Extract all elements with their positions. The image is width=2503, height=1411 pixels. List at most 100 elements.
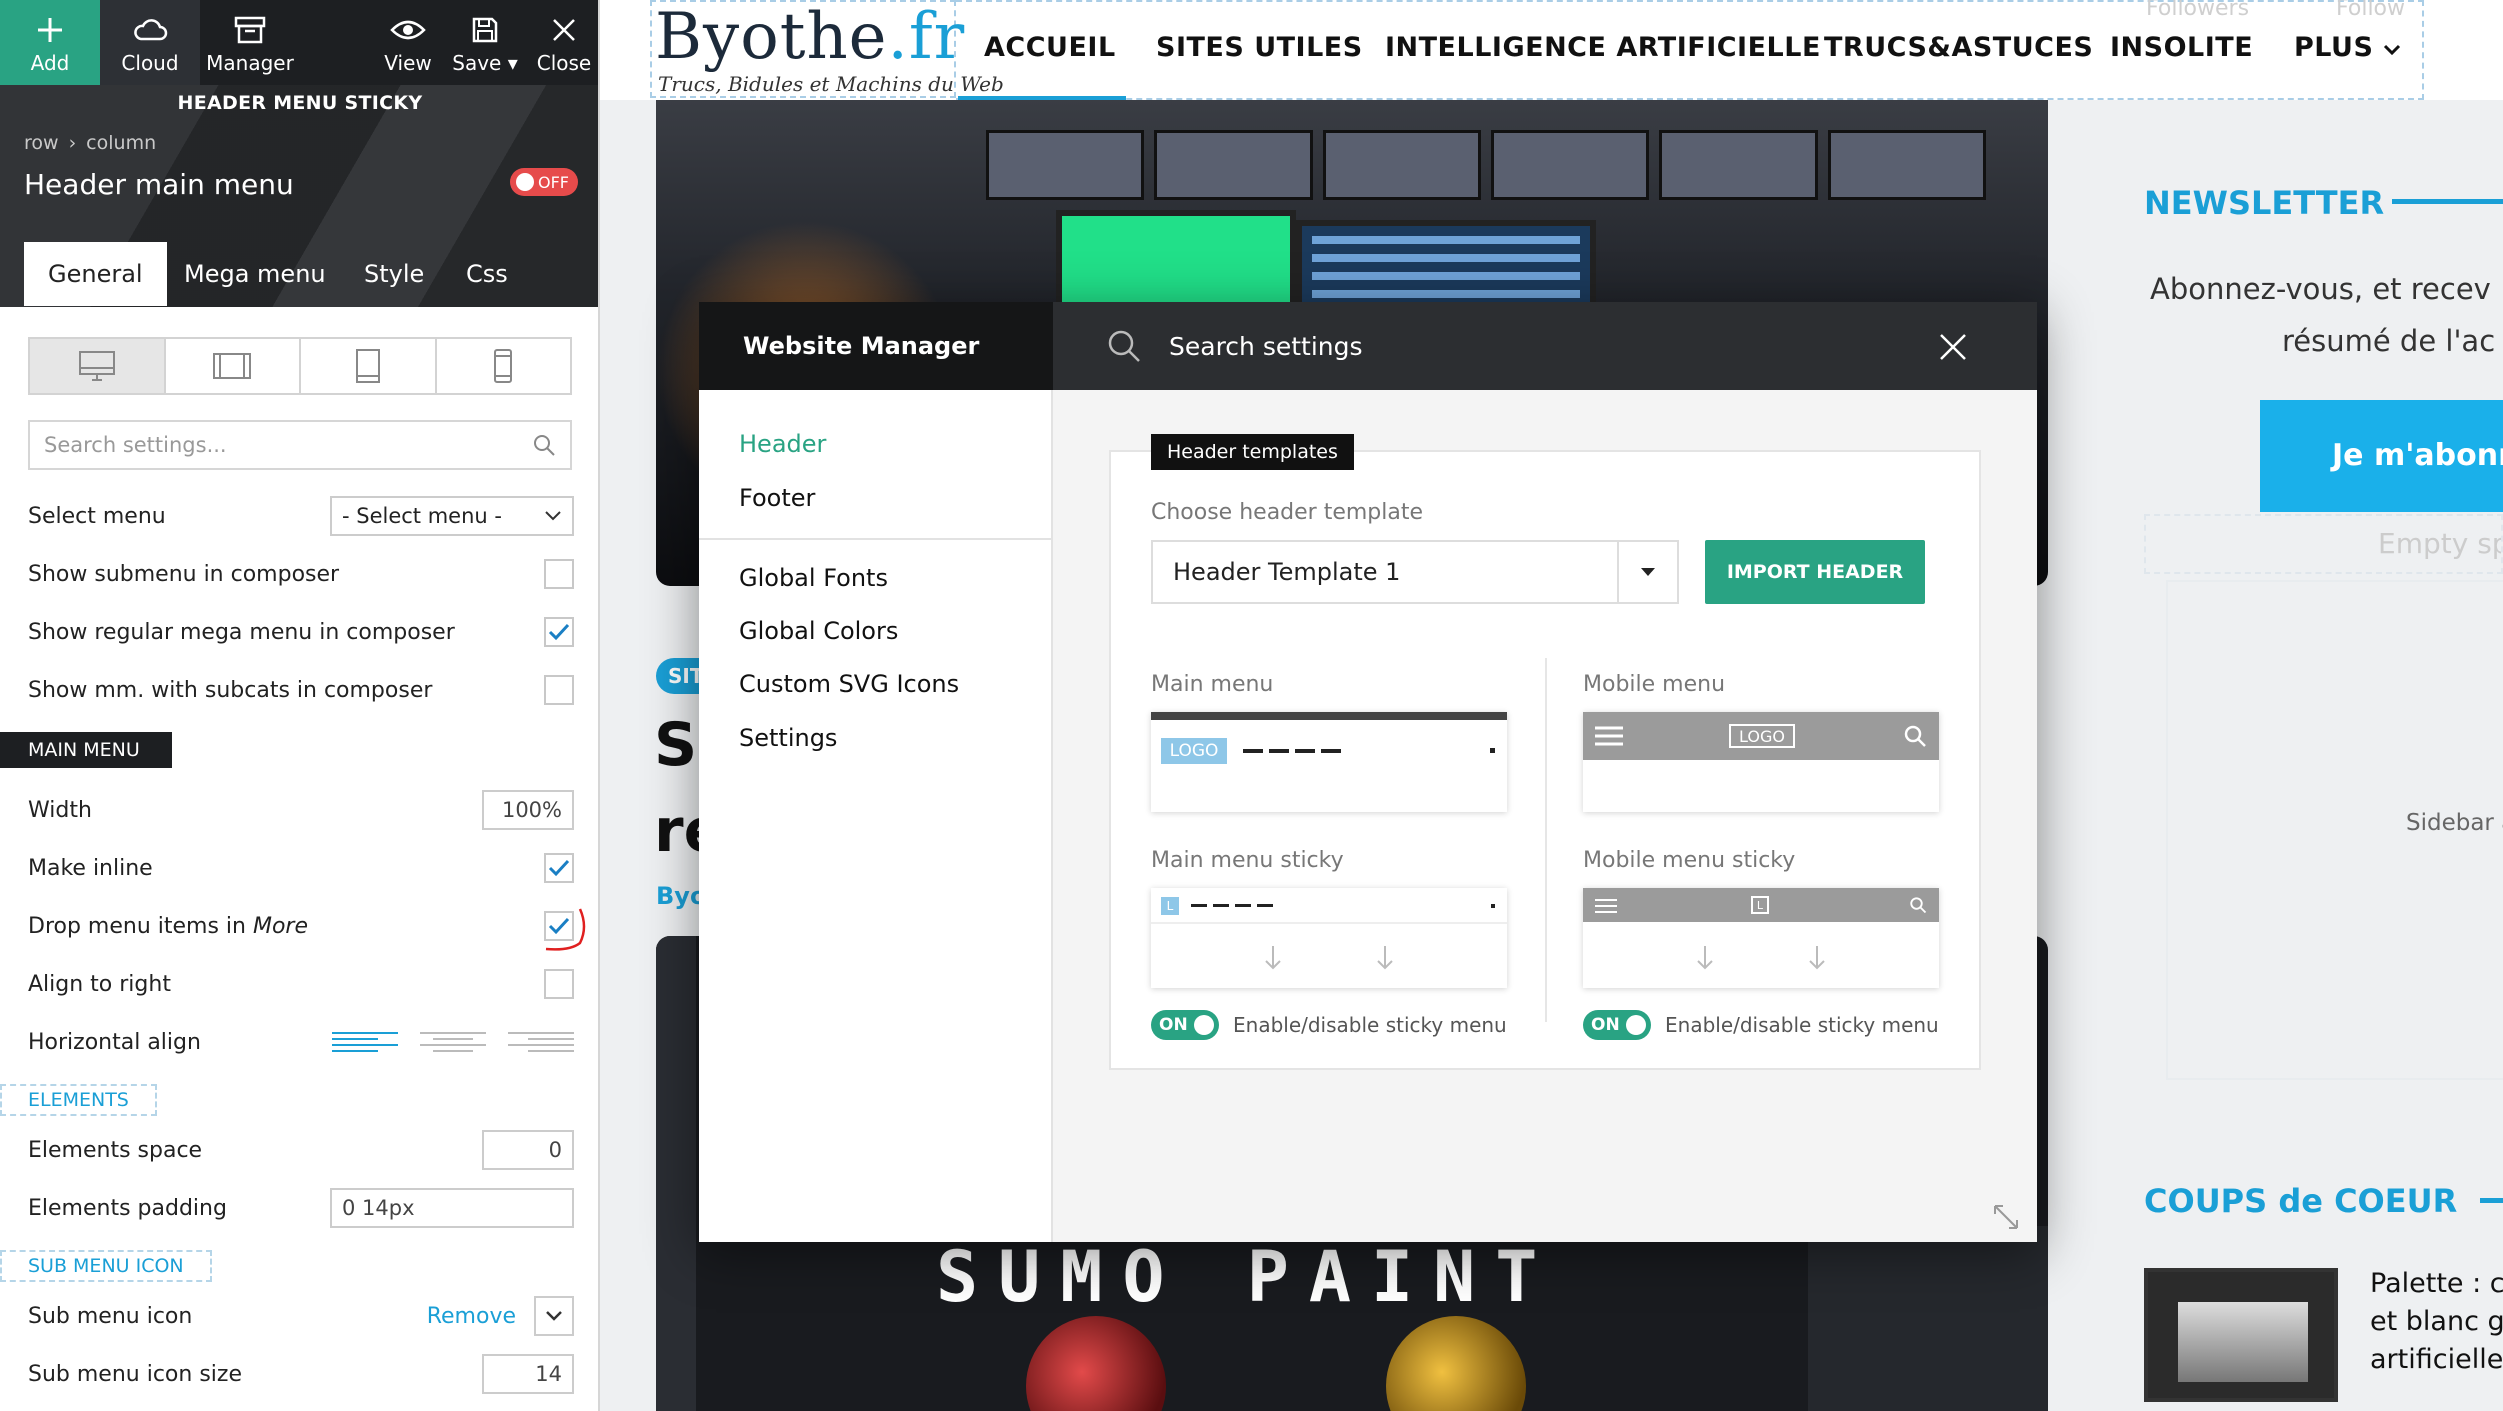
palette-article-line-2[interactable]: et blanc gra [2370, 1306, 2503, 1337]
mobile-device-button[interactable] [437, 339, 571, 393]
element-toggle[interactable]: OFF [510, 168, 578, 196]
palette-article-thumbnail[interactable] [2144, 1268, 2338, 1402]
mobile-sticky-preview[interactable]: L [1583, 888, 1939, 988]
main-menu-section: MAIN MENU [0, 732, 172, 768]
header-templates-badge: Header templates [1151, 434, 1354, 470]
align-left-icon[interactable] [332, 1032, 398, 1052]
tab-style[interactable]: Style [340, 242, 448, 306]
subscribe-button[interactable]: Je m'abonn [2260, 400, 2503, 512]
tab-css[interactable]: Css [442, 242, 532, 306]
mobile-sticky-preview-label: Mobile menu sticky [1583, 848, 1796, 873]
elements-padding-row: Elements padding 0 14px [28, 1188, 574, 1228]
site-logo[interactable]: Byothe.fr [655, 0, 965, 74]
modal-search-input[interactable]: Search settings [1053, 302, 2037, 390]
modal-nav-global-colors[interactable]: Global Colors [739, 617, 898, 645]
tab-mega-menu[interactable]: Mega menu [160, 242, 350, 306]
settings-search-input[interactable]: Search settings... [28, 420, 572, 470]
elements-space-row: Elements space 0 [28, 1130, 574, 1170]
arrow-down-icon [1377, 946, 1393, 970]
drop-items-checkbox[interactable] [544, 908, 586, 951]
desktop-icon [78, 351, 115, 381]
newsletter-text-1: Abonnez-vous, et recev [2150, 272, 2491, 306]
close-icon [550, 11, 578, 49]
red-annotation-mark [545, 908, 586, 951]
show-submenu-checkbox[interactable] [544, 559, 574, 589]
view-button[interactable]: View [378, 0, 438, 85]
sub-menu-icon-size-label: Sub menu icon size [28, 1361, 242, 1387]
nav-item-accueil[interactable]: ACCUEIL [984, 32, 1116, 63]
mobile-menu-preview[interactable]: LOGO [1583, 712, 1939, 812]
elements-padding-input[interactable]: 0 14px [330, 1188, 574, 1228]
sub-menu-icon-size-input[interactable]: 14 [482, 1354, 574, 1394]
show-regular-mega-checkbox[interactable] [544, 617, 574, 647]
hamburger-icon [1595, 899, 1617, 913]
mobile-logo-chip: LOGO [1729, 724, 1795, 748]
header-template-select[interactable]: Header Template 1 [1151, 540, 1679, 604]
width-input[interactable]: 100% [482, 790, 574, 830]
modal-nav-settings[interactable]: Settings [739, 724, 837, 752]
import-header-button[interactable]: IMPORT HEADER [1705, 540, 1925, 604]
close-button[interactable]: Close [530, 0, 598, 85]
add-label: Add [30, 50, 70, 75]
search-icon [1910, 897, 1927, 914]
nav-item-plus[interactable]: PLUS [2294, 32, 2401, 63]
main-menu-preview[interactable]: LOGO [1151, 712, 1507, 812]
resize-icon[interactable] [1991, 1202, 2021, 1232]
palette-article-line-3[interactable]: artificielle [2370, 1344, 2503, 1375]
mobile-sticky-logo-chip: L [1751, 896, 1769, 914]
show-regular-mega-label: Show regular mega menu in composer [28, 619, 455, 645]
align-right-label: Align to right [28, 971, 171, 997]
show-regular-mega-row: Show regular mega menu in composer [28, 612, 574, 652]
cloud-button[interactable]: Cloud [100, 0, 200, 85]
width-label: Width [28, 797, 92, 823]
coups-de-coeur-title: COUPS de COEUR [2144, 1182, 2458, 1220]
main-menu-preview-label: Main menu [1151, 672, 1274, 697]
composer-toolbar: Add Cloud Manager View Save ▾ Close [0, 0, 598, 85]
chevron-right-icon: › [68, 132, 77, 154]
manager-label: Manager [206, 50, 294, 75]
align-right-icon[interactable] [508, 1032, 574, 1052]
device-switcher [28, 337, 572, 395]
sumo-image-title: SUMO PAINT [936, 1236, 1558, 1318]
nav-item-trucs-astuces[interactable]: TRUCS&ASTUCES [1824, 32, 2093, 63]
modal-nav-global-fonts[interactable]: Global Fonts [739, 564, 888, 592]
nav-item-insolite[interactable]: INSOLITE [2110, 32, 2253, 63]
select-menu-dropdown[interactable]: - Select menu - [330, 496, 574, 536]
category-badge[interactable]: SIT [656, 658, 702, 694]
tab-general[interactable]: General [24, 242, 167, 306]
modal-title: Website Manager [743, 332, 980, 360]
palette-article-line-1[interactable]: Palette : co [2370, 1268, 2503, 1299]
save-button[interactable]: Save ▾ [446, 0, 524, 85]
close-icon[interactable] [1939, 333, 1967, 361]
tablet-device-button[interactable] [301, 339, 437, 393]
main-sticky-preview[interactable]: L [1151, 888, 1507, 988]
main-sticky-toggle-row: ON Enable/disable sticky menu [1151, 1010, 1507, 1040]
breadcrumb-row[interactable]: row [24, 132, 59, 154]
add-button[interactable]: Add [0, 0, 100, 85]
align-right-checkbox[interactable] [544, 969, 574, 999]
breadcrumb-column[interactable]: column [86, 132, 156, 154]
modal-nav-footer[interactable]: Footer [739, 484, 815, 512]
caret-down-icon[interactable] [1617, 542, 1677, 602]
chevron-down-icon [2384, 44, 2401, 56]
manager-button[interactable]: Manager [200, 0, 300, 85]
elements-section: ELEMENTS [0, 1084, 157, 1116]
align-center-icon[interactable] [420, 1032, 486, 1052]
mobile-sticky-toggle-label: Enable/disable sticky menu [1665, 1013, 1939, 1037]
search-placeholder: Search settings... [44, 433, 227, 457]
modal-nav-header[interactable]: Header [739, 430, 826, 458]
main-sticky-toggle[interactable]: ON [1151, 1010, 1219, 1040]
nav-item-intelligence-artificielle[interactable]: INTELLIGENCE ARTIFICIELLE [1385, 32, 1821, 63]
modal-nav-custom-svg-icons[interactable]: Custom SVG Icons [739, 670, 959, 698]
laptop-device-button[interactable] [166, 339, 301, 393]
sub-menu-icon-picker[interactable] [534, 1296, 574, 1336]
remove-link[interactable]: Remove [427, 1304, 516, 1329]
elements-space-input[interactable]: 0 [482, 1130, 574, 1170]
make-inline-checkbox[interactable] [544, 853, 574, 883]
desktop-device-button[interactable] [30, 339, 166, 393]
show-mm-subcats-checkbox[interactable] [544, 675, 574, 705]
nav-item-sites-utiles[interactable]: SITES UTILES [1156, 32, 1363, 63]
save-label: Save ▾ [452, 50, 518, 75]
mobile-sticky-toggle[interactable]: ON [1583, 1010, 1651, 1040]
make-inline-row: Make inline [28, 848, 574, 888]
